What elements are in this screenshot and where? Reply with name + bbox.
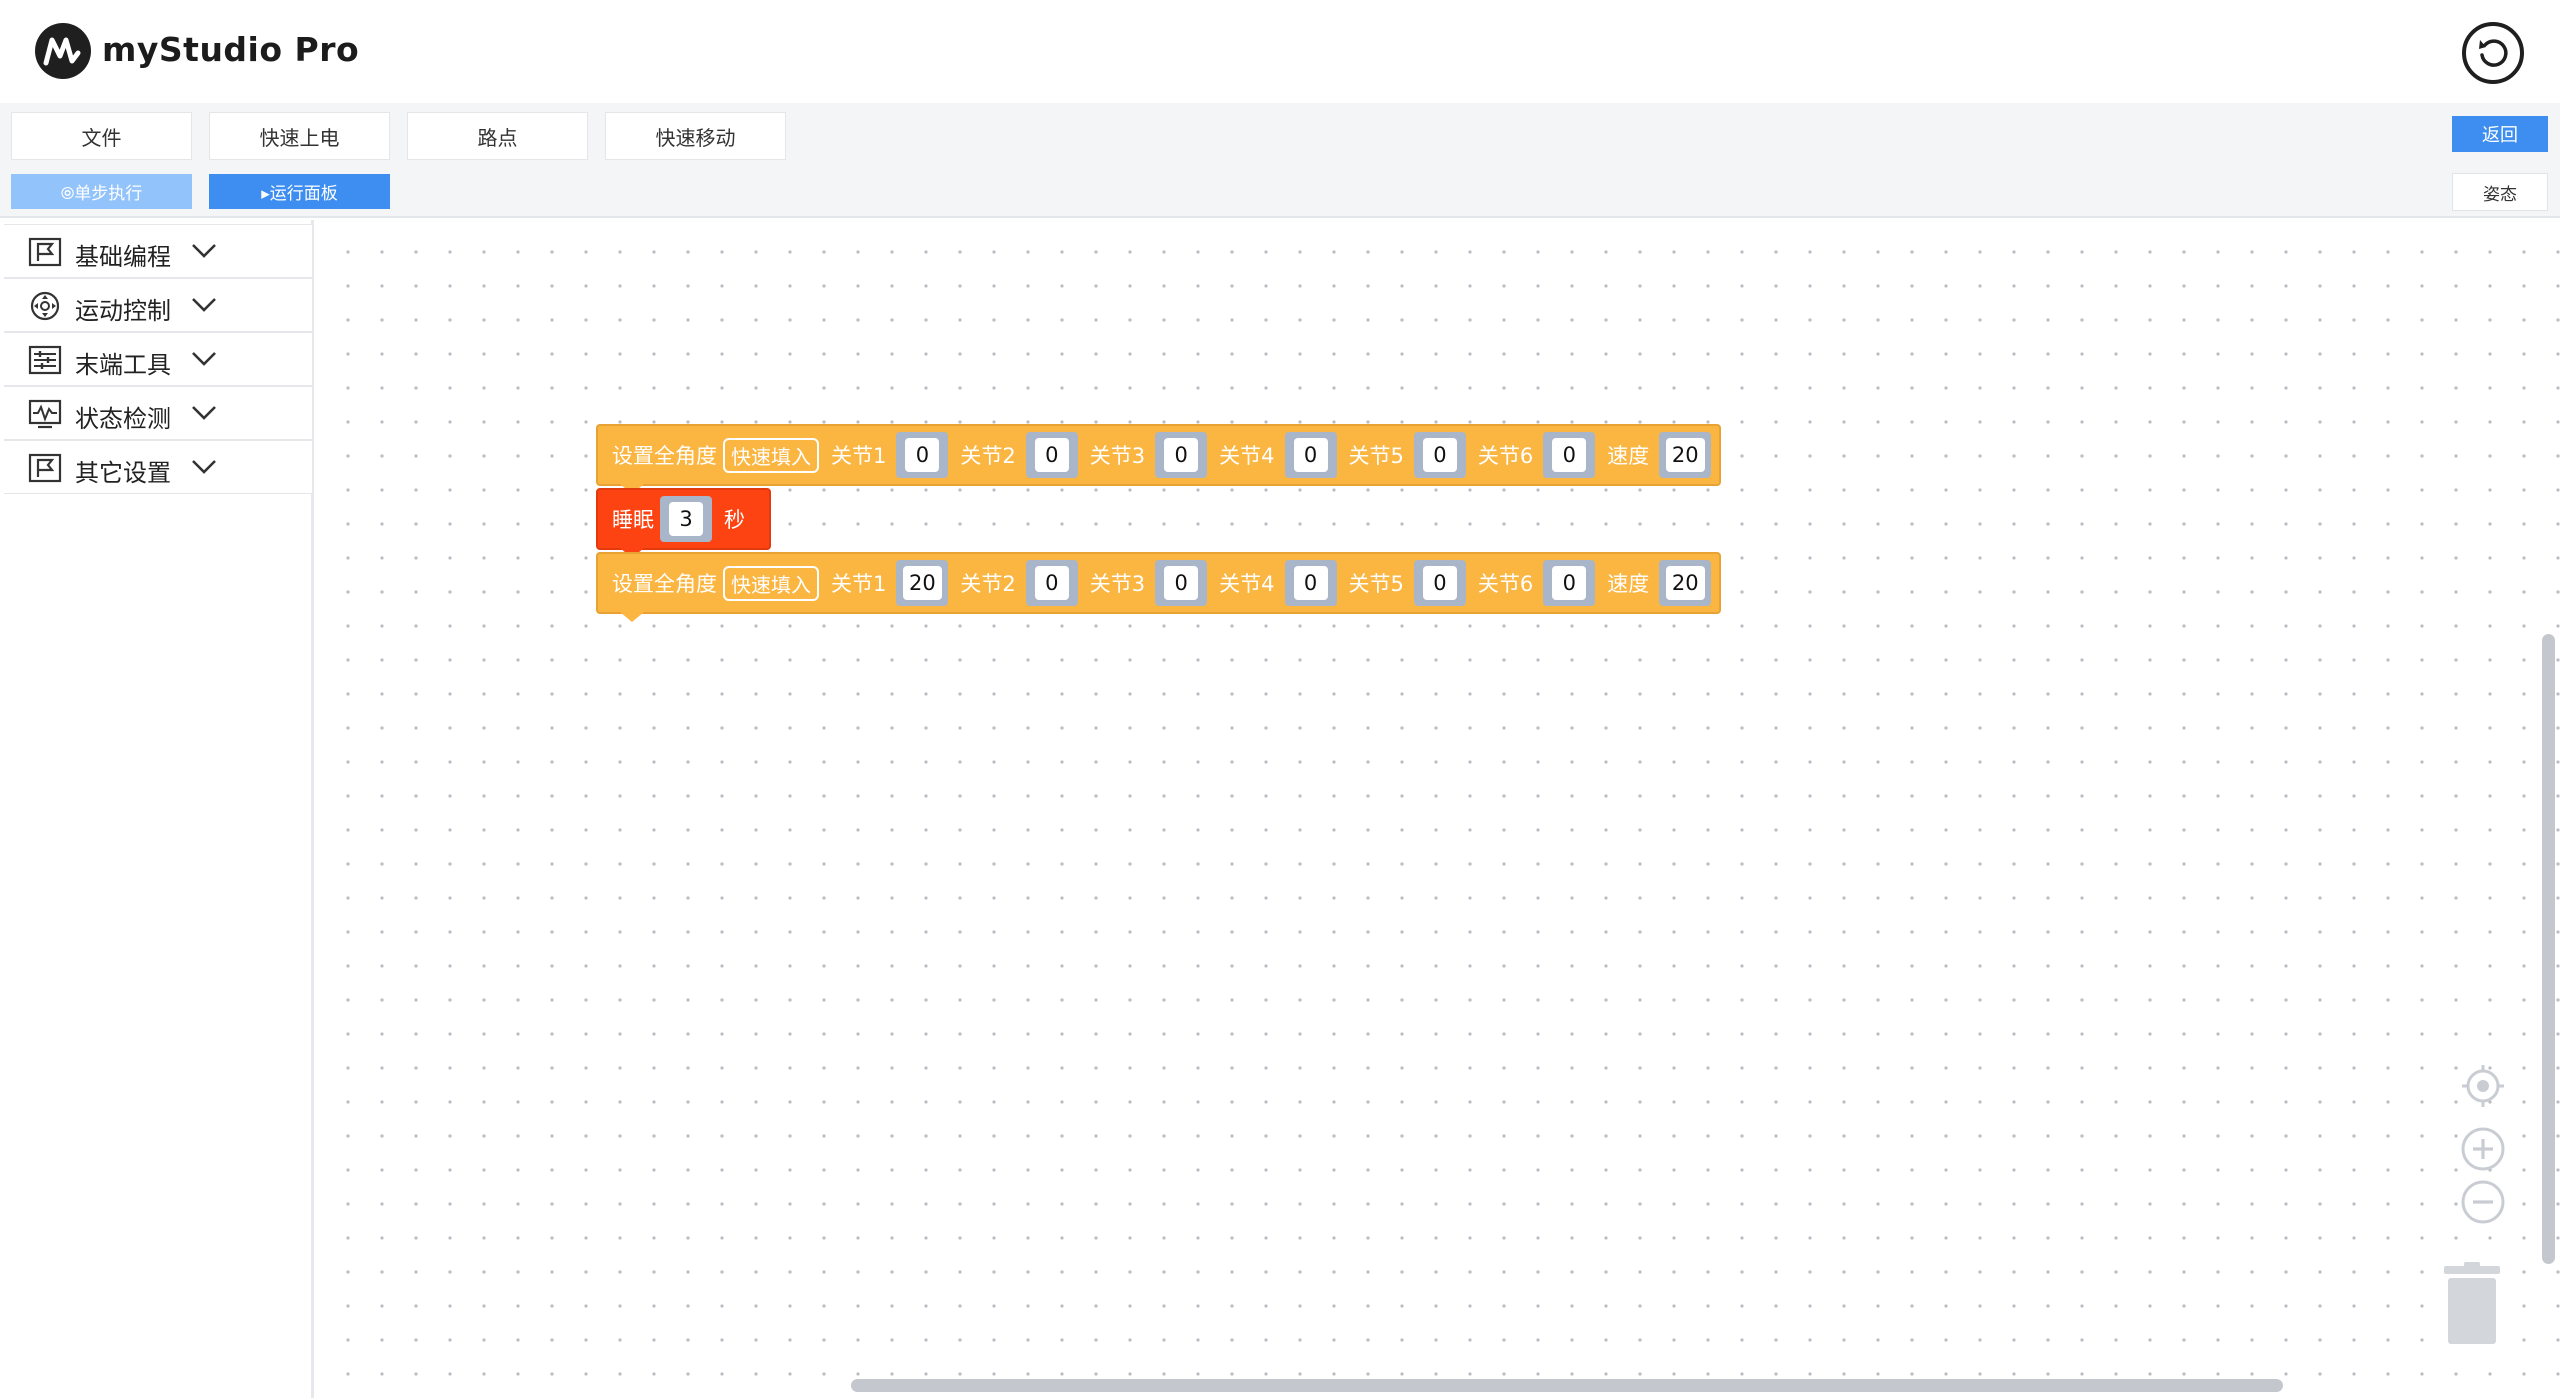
joint-value-input[interactable]: 0 xyxy=(1293,438,1328,472)
undo-icon xyxy=(2479,39,2508,67)
sleep-value-input[interactable]: 3 xyxy=(669,502,703,536)
joint-input-slot: 0 xyxy=(1025,560,1078,606)
mystudio-logo-icon xyxy=(35,23,91,79)
block-label: 设置全角度 xyxy=(612,572,717,596)
joint-label: 关节5 xyxy=(1348,572,1404,596)
category-label: 状态检测 xyxy=(75,405,171,433)
joint-input-slot: 0 xyxy=(1155,560,1208,606)
joint-input-slot: 0 xyxy=(896,432,949,478)
set-all-joints-block[interactable]: 设置全角度 快速填入 关节1 20 关节2 0 关节3 0 关节4 0 关节5 … xyxy=(596,552,1722,622)
joint-input-slot: 0 xyxy=(1543,432,1596,478)
menu-waypoint-button[interactable]: 路点 xyxy=(407,112,588,160)
speed-value-input[interactable]: 20 xyxy=(1665,438,1705,472)
joint-label: 关节6 xyxy=(1477,444,1534,468)
block-category-sidebar: 基础编程 运动控制 末端工具 状态检测 其它设置 xyxy=(0,220,314,1398)
flag-icon xyxy=(28,237,62,267)
trash-icon[interactable] xyxy=(2440,1262,2504,1346)
target-icon[interactable] xyxy=(2460,1063,2506,1109)
speed-value-input[interactable]: 20 xyxy=(1665,566,1705,600)
speed-label: 速度 xyxy=(1607,444,1650,468)
category-label: 运动控制 xyxy=(75,297,171,325)
block-connector xyxy=(620,612,644,622)
joint-label: 关节2 xyxy=(960,444,1016,468)
joint-value-input[interactable]: 0 xyxy=(1422,566,1457,600)
joint-value-input[interactable]: 0 xyxy=(1034,566,1069,600)
chevron-down-icon xyxy=(192,244,216,258)
speed-label: 速度 xyxy=(1607,572,1650,596)
joint-input-slot: 0 xyxy=(1284,560,1337,606)
category-status-detection[interactable]: 状态检测 xyxy=(4,386,312,440)
block-label: 设置全角度 xyxy=(612,444,717,468)
unit-label: 秒 xyxy=(724,508,745,532)
joint-value-input[interactable]: 0 xyxy=(905,438,940,472)
joint-label: 关节3 xyxy=(1089,572,1146,596)
joint-input-slot: 20 xyxy=(896,560,949,606)
block-workspace[interactable]: 设置全角度 快速填入 关节1 0 关节2 0 关节3 0 关节4 0 关节5 0… xyxy=(316,220,2560,1398)
set-all-joints-block[interactable]: 设置全角度 快速填入 关节1 0 关节2 0 关节3 0 关节4 0 关节5 0… xyxy=(596,424,1722,494)
return-button[interactable]: 返回 xyxy=(2452,116,2548,152)
joint-input-slot: 0 xyxy=(1543,560,1596,606)
joint-value-input[interactable]: 0 xyxy=(1552,566,1587,600)
joint-input-slot: 0 xyxy=(1155,432,1208,478)
sleep-block[interactable]: 睡眠 3 秒 xyxy=(596,488,771,558)
app-title: myStudio Pro xyxy=(102,30,360,69)
joint-label: 关节5 xyxy=(1348,444,1404,468)
joint-label: 关节2 xyxy=(960,572,1016,596)
menu-quick-move-button[interactable]: 快速移动 xyxy=(605,112,786,160)
joint-input-slot: 0 xyxy=(1284,432,1337,478)
joint-input-slot: 0 xyxy=(1413,432,1466,478)
joint-label: 关节1 xyxy=(831,572,887,596)
block-label: 睡眠 xyxy=(612,508,654,532)
joint-label: 关节3 xyxy=(1089,444,1146,468)
category-end-tool[interactable]: 末端工具 xyxy=(4,332,312,386)
step-execute-button[interactable]: ⦾单步执行 xyxy=(11,174,192,209)
joint-value-input[interactable]: 0 xyxy=(1552,438,1587,472)
category-label: 基础编程 xyxy=(75,243,171,271)
category-other-settings[interactable]: 其它设置 xyxy=(4,440,312,494)
joint-label: 关节6 xyxy=(1477,572,1534,596)
joint-value-input[interactable]: 0 xyxy=(1164,438,1199,472)
monitor-icon xyxy=(28,399,62,429)
joint-label: 关节1 xyxy=(831,444,887,468)
joint-value-input[interactable]: 0 xyxy=(1422,438,1457,472)
quick-fill-button[interactable]: 快速填入 xyxy=(723,437,819,473)
zoom-out-icon[interactable] xyxy=(2460,1179,2506,1225)
app-header: myStudio Pro xyxy=(0,0,2560,103)
category-label: 末端工具 xyxy=(75,351,171,379)
speed-input-slot: 20 xyxy=(1659,560,1712,606)
toolbar: 文件 快速上电 路点 快速移动 ⦾单步执行 ▸运行面板 返回 姿态 xyxy=(0,103,2560,218)
pose-button[interactable]: 姿态 xyxy=(2452,173,2548,211)
speed-input-slot: 20 xyxy=(1659,432,1712,478)
tool-icon xyxy=(28,345,62,375)
zoom-in-icon[interactable] xyxy=(2460,1126,2506,1172)
motion-icon xyxy=(30,291,60,321)
menu-file-button[interactable]: 文件 xyxy=(11,112,192,160)
chevron-down-icon xyxy=(192,406,216,420)
quick-fill-button[interactable]: 快速填入 xyxy=(723,565,819,601)
chevron-down-icon xyxy=(192,460,216,474)
undo-button[interactable] xyxy=(2462,22,2524,84)
chevron-down-icon xyxy=(192,298,216,312)
sleep-input-slot: 3 xyxy=(660,496,712,542)
menu-quick-power-button[interactable]: 快速上电 xyxy=(209,112,390,160)
vertical-scrollbar[interactable] xyxy=(2542,634,2555,1264)
joint-value-input[interactable]: 0 xyxy=(1293,566,1328,600)
joint-value-input[interactable]: 20 xyxy=(903,566,942,600)
flag-icon xyxy=(28,453,62,483)
category-motion-control[interactable]: 运动控制 xyxy=(4,278,312,332)
horizontal-scrollbar[interactable] xyxy=(851,1379,2283,1392)
category-basic-programming[interactable]: 基础编程 xyxy=(4,224,312,278)
chevron-down-icon xyxy=(192,352,216,366)
joint-input-slot: 0 xyxy=(1413,560,1466,606)
joint-value-input[interactable]: 0 xyxy=(1164,566,1199,600)
joint-input-slot: 0 xyxy=(1025,432,1078,478)
run-panel-button[interactable]: ▸运行面板 xyxy=(209,174,390,209)
joint-label: 关节4 xyxy=(1219,444,1275,468)
joint-value-input[interactable]: 0 xyxy=(1034,438,1069,472)
joint-label: 关节4 xyxy=(1219,572,1275,596)
category-label: 其它设置 xyxy=(75,459,171,487)
